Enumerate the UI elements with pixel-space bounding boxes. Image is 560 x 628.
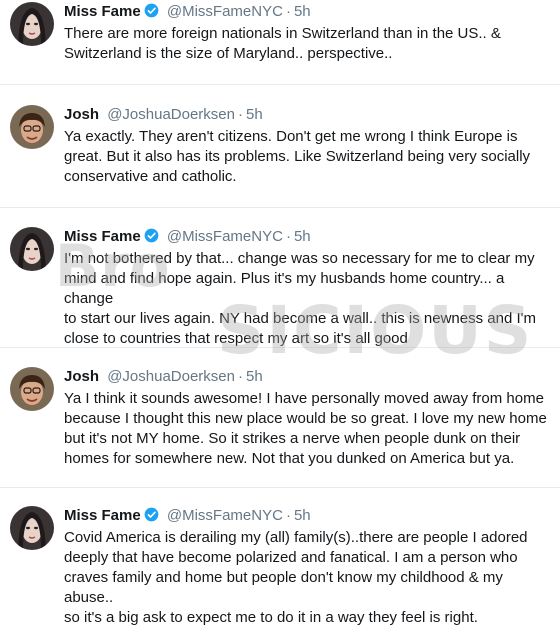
author-name[interactable]: Josh	[64, 368, 99, 385]
avatar-miss-fame-icon	[10, 227, 54, 271]
author-handle[interactable]: @MissFameNYC	[167, 3, 283, 20]
author-name[interactable]: Miss Fame	[64, 3, 141, 20]
tweet-text: Ya I think it sounds awesome! I have per…	[64, 389, 552, 469]
tweet-text-line: so it's a big ask to expect me to do it …	[64, 609, 478, 626]
tweet-text-line: deeply that have become polarized and fa…	[64, 549, 518, 566]
avatar-miss-fame-icon	[10, 2, 54, 46]
author-handle[interactable]: @JoshuaDoerksen	[107, 106, 235, 123]
timestamp[interactable]: 5h	[246, 368, 263, 385]
author-name[interactable]: Josh	[64, 106, 99, 123]
separator-dot: ·	[285, 507, 291, 524]
timestamp[interactable]: 5h	[294, 3, 311, 20]
avatar-josh-icon	[10, 367, 54, 411]
tweet-text: Covid America is derailing my (all) fami…	[64, 528, 552, 628]
tweet-text-line: There are more foreign nationals in Swit…	[64, 25, 501, 42]
avatar-josh-icon	[10, 105, 54, 149]
verified-badge-icon	[144, 228, 159, 243]
divider	[0, 84, 560, 85]
separator-dot: ·	[237, 368, 243, 385]
divider	[0, 207, 560, 208]
tweet-text-line: great. But it also has its problems. Lik…	[64, 148, 531, 165]
avatar[interactable]	[10, 367, 54, 411]
tweet-text-line: I'm not bothered by that... change was s…	[64, 250, 535, 267]
tweet-text: Ya exactly. They aren't citizens. Don't …	[64, 127, 552, 187]
tweet-text-line: Ya exactly. They aren't citizens. Don't …	[64, 128, 518, 145]
tweet-text-line: Switzerland is the size of Maryland.. pe…	[64, 45, 393, 62]
avatar[interactable]	[10, 2, 54, 46]
separator-dot: ·	[285, 3, 291, 20]
tweet-text-line: but it's not MY home. So it strikes a ne…	[64, 430, 521, 447]
divider	[0, 347, 560, 348]
tweet-text-line: homes for somewhere new. Not that you du…	[64, 450, 515, 467]
tweet-text-line: to start our lives again. NY had become …	[64, 310, 536, 327]
tweet-text-line: because I thought this new place would b…	[64, 410, 547, 427]
tweet-text-line: Covid America is derailing my (all) fami…	[64, 529, 528, 546]
verified-badge-icon	[144, 3, 159, 18]
tweet-text-line: craves family and home but people don't …	[64, 569, 503, 606]
tweet-text-line: conservative and catholic.	[64, 168, 237, 185]
tweet-text-line: Ya I think it sounds awesome! I have per…	[64, 390, 544, 407]
timestamp[interactable]: 5h	[294, 228, 311, 245]
verified-badge-icon	[144, 507, 159, 522]
separator-dot: ·	[285, 228, 291, 245]
author-handle[interactable]: @MissFameNYC	[167, 228, 283, 245]
author-name[interactable]: Miss Fame	[64, 507, 141, 524]
tweet-text: I'm not bothered by that... change was s…	[64, 249, 552, 349]
author-handle[interactable]: @JoshuaDoerksen	[107, 368, 235, 385]
tweet-text-line: close to countries that respect my art s…	[64, 330, 408, 347]
avatar[interactable]	[10, 105, 54, 149]
author-handle[interactable]: @MissFameNYC	[167, 507, 283, 524]
avatar[interactable]	[10, 506, 54, 550]
author-name[interactable]: Miss Fame	[64, 228, 141, 245]
separator-dot: ·	[237, 106, 243, 123]
avatar-miss-fame-icon	[10, 506, 54, 550]
timestamp[interactable]: 5h	[246, 106, 263, 123]
divider	[0, 487, 560, 488]
tweet-text: There are more foreign nationals in Swit…	[64, 24, 552, 64]
avatar[interactable]	[10, 227, 54, 271]
timestamp[interactable]: 5h	[294, 507, 311, 524]
tweet-text-line: mind and find hope again. Plus it's my h…	[64, 270, 505, 307]
